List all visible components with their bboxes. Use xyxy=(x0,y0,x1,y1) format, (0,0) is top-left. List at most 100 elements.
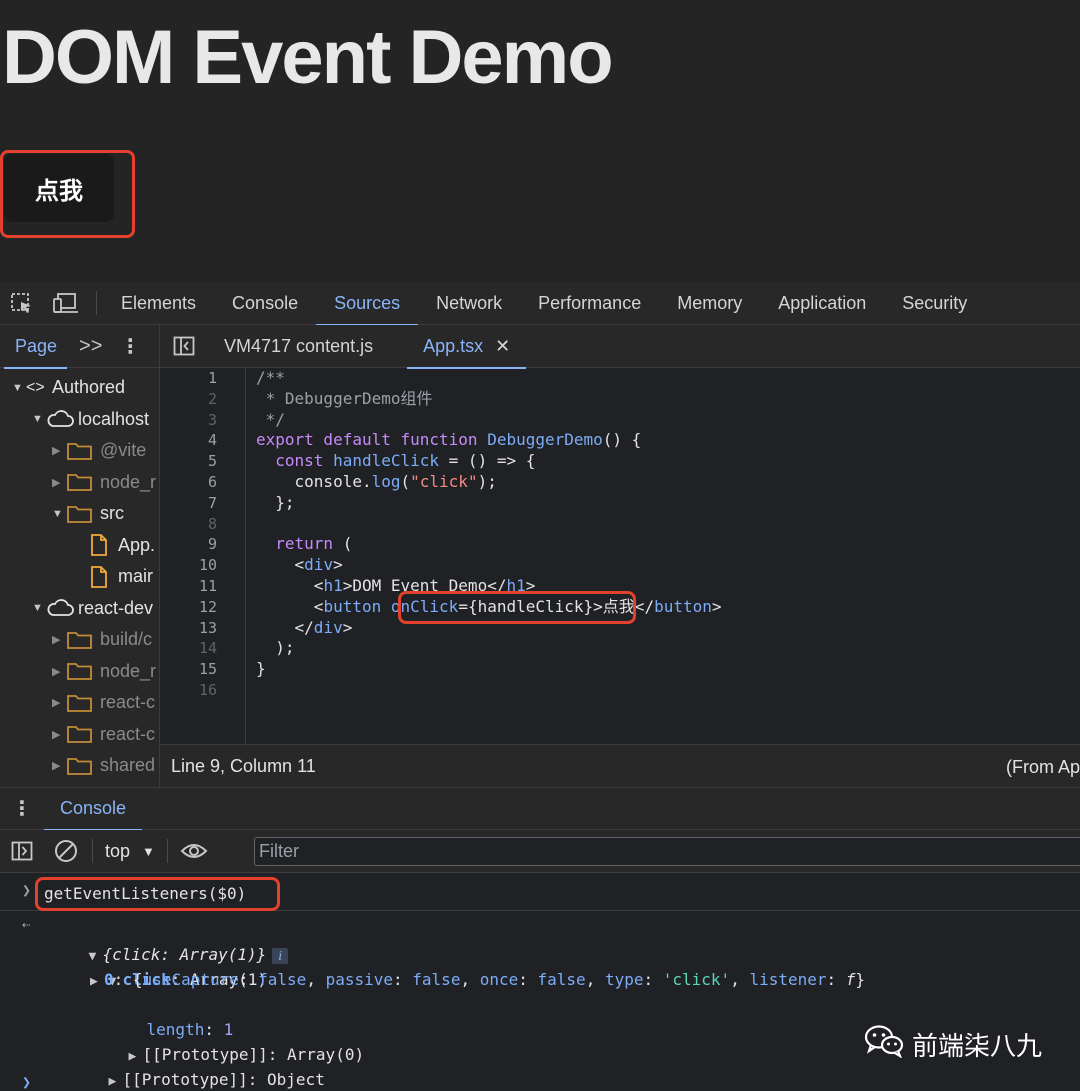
expand-triangle-right-icon[interactable]: ▶ xyxy=(52,665,66,678)
tab-performance[interactable]: Performance xyxy=(520,282,659,325)
code-token: h1 xyxy=(506,576,526,595)
line-number[interactable]: 10 xyxy=(199,555,217,576)
line-number[interactable]: 7 xyxy=(208,493,217,514)
return-arrow-icon: ⇠ xyxy=(22,917,31,933)
tab-security[interactable]: Security xyxy=(884,282,985,325)
line-number[interactable]: 14 xyxy=(199,638,217,659)
live-expression-eye-icon[interactable] xyxy=(172,830,216,873)
tree-item[interactable]: ▶ react-c xyxy=(52,687,155,718)
editor-tab-vm-content[interactable]: VM4717 content.js xyxy=(208,325,389,368)
expand-triangle-right-icon[interactable]: ▶ xyxy=(52,728,66,741)
context-selector[interactable]: top ▼ xyxy=(97,841,163,862)
tab-elements[interactable]: Elements xyxy=(103,282,214,325)
tree-item[interactable]: ▼ react-dev xyxy=(32,593,153,624)
drawer-tab-console[interactable]: Console xyxy=(44,787,143,831)
code-token: return xyxy=(275,534,334,554)
tree-item[interactable]: ▶ react-c xyxy=(52,719,155,750)
expand-triangle-right-icon[interactable]: ▶ xyxy=(52,476,66,489)
code-line: console.log("click"); xyxy=(256,472,497,493)
line-number-gutter[interactable]: 1 2 3 4 5 6 7 8 9 10 11 12 13 14 15 16 xyxy=(160,368,246,744)
expand-triangle-right-icon[interactable]: ▶ xyxy=(52,633,66,646)
inspect-element-icon[interactable] xyxy=(0,282,44,325)
tree-item[interactable]: ▶ build/c xyxy=(52,624,152,655)
punctuation: , xyxy=(306,970,326,989)
code-token: /** xyxy=(256,368,285,387)
editor-tab-app-tsx[interactable]: App.tsx ✕ xyxy=(407,325,527,369)
code-token: button xyxy=(654,596,712,616)
code-token: "click" xyxy=(410,472,478,491)
expand-triangle-right-icon[interactable]: ▶ xyxy=(90,969,104,994)
code-token: * DebuggerDemo组件 xyxy=(256,388,433,408)
object-prototype-row[interactable]: ▶ [[Prototype]]: Object xyxy=(70,1042,325,1089)
line-number[interactable]: 6 xyxy=(208,472,217,493)
device-toolbar-icon[interactable] xyxy=(44,282,88,325)
code-token: > xyxy=(342,617,353,637)
line-number[interactable]: 2 xyxy=(208,389,217,410)
tree-item[interactable]: ▼ localhost xyxy=(32,404,149,435)
code-token: ( xyxy=(333,534,353,554)
prompt-chevron-icon: ❯ xyxy=(22,1073,32,1091)
expand-triangle-icon[interactable]: ▼ xyxy=(12,382,26,394)
folder-icon xyxy=(67,505,92,523)
tab-sources[interactable]: Sources xyxy=(316,282,419,326)
navigator-menu-icon[interactable]: ⋮ xyxy=(120,334,140,359)
console-sidebar-icon[interactable] xyxy=(0,830,44,873)
tree-item[interactable]: ▼ <> Authored xyxy=(12,372,125,403)
line-number[interactable]: 16 xyxy=(199,680,217,701)
click-property-row[interactable]: ▼ click: Array(1) xyxy=(70,942,268,989)
code-token: DebuggerDemo xyxy=(487,430,603,450)
tree-item[interactable]: ▶ node_r xyxy=(52,467,156,498)
line-number[interactable]: 3 xyxy=(208,410,217,431)
tab-network[interactable]: Network xyxy=(418,282,520,325)
tree-item-label: App. xyxy=(118,534,156,555)
expand-triangle-right-icon[interactable]: ▶ xyxy=(109,1069,123,1091)
field-value: f xyxy=(845,970,856,989)
tree-item[interactable]: ▶ node_r xyxy=(52,656,156,687)
expand-triangle-icon[interactable]: ▼ xyxy=(32,413,46,425)
punctuation: : xyxy=(826,970,846,989)
tab-console[interactable]: Console xyxy=(214,282,316,325)
tree-item[interactable]: ▶ shared xyxy=(52,750,155,781)
drawer-menu-icon[interactable]: ⋮ xyxy=(0,796,44,821)
line-number[interactable]: 11 xyxy=(199,576,217,597)
listener-item-row[interactable]: ▶ 0: {useCapture: false, passive: false, … xyxy=(90,967,865,992)
line-number[interactable]: 13 xyxy=(199,618,217,639)
demo-click-button[interactable]: 点我 xyxy=(4,154,114,222)
line-number[interactable]: 5 xyxy=(208,451,217,472)
clear-console-icon[interactable] xyxy=(44,830,88,873)
line-number[interactable]: 9 xyxy=(208,534,217,555)
line-number[interactable]: 1 xyxy=(208,368,217,389)
item-index: 0 xyxy=(104,970,114,989)
line-number[interactable]: 12 xyxy=(199,597,217,618)
source-mapped-from[interactable]: (From Ap xyxy=(1006,757,1080,778)
tree-item[interactable]: mair xyxy=(88,561,153,592)
tree-item-label: shared xyxy=(100,755,156,775)
tab-page[interactable]: Page xyxy=(0,325,68,369)
code-token: > xyxy=(711,596,722,616)
tree-item-label: build/c xyxy=(100,629,153,649)
tab-application[interactable]: Application xyxy=(760,282,884,325)
close-tab-icon[interactable]: ✕ xyxy=(495,336,510,357)
tree-item[interactable]: App. xyxy=(88,530,155,561)
toggle-navigator-icon[interactable] xyxy=(160,325,208,368)
expand-triangle-icon[interactable]: ▼ xyxy=(32,602,46,614)
info-icon[interactable]: i xyxy=(272,947,289,964)
expand-triangle-icon[interactable]: ▼ xyxy=(52,508,66,520)
code-area[interactable]: 1 2 3 4 5 6 7 8 9 10 11 12 13 14 15 16 /** * DebuggerDe… xyxy=(160,368,1080,744)
field-key: type xyxy=(604,970,644,989)
more-tabs-icon[interactable]: >> xyxy=(79,335,102,358)
line-number[interactable]: 4 xyxy=(208,430,217,451)
expand-triangle-right-icon[interactable]: ▶ xyxy=(52,759,66,772)
tab-memory[interactable]: Memory xyxy=(659,282,760,325)
punctuation: , xyxy=(460,970,480,989)
expand-triangle-right-icon[interactable]: ▶ xyxy=(52,696,66,709)
code-token: handleClick xyxy=(333,451,440,471)
line-number[interactable]: 8 xyxy=(208,514,217,535)
expand-triangle-right-icon[interactable]: ▶ xyxy=(52,444,66,457)
console-filter-input[interactable] xyxy=(254,837,1080,866)
result-object-summary[interactable]: ▼ {click: Array(1)} i xyxy=(50,917,289,964)
line-number[interactable]: 15 xyxy=(199,659,217,680)
tree-item[interactable]: ▼ src xyxy=(52,498,124,529)
array-prototype-row[interactable]: ▶ [[Prototype]]: Array(0) xyxy=(90,1017,365,1064)
tree-item[interactable]: ▶ @vite xyxy=(52,435,146,466)
